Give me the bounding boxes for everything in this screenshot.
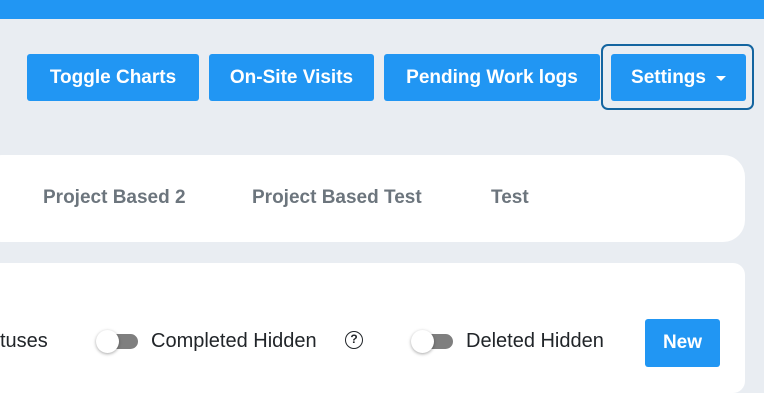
pending-worklogs-label: Pending Work logs bbox=[406, 66, 578, 88]
question-circle-icon[interactable]: ? bbox=[345, 331, 363, 349]
deleted-hidden-label: Deleted Hidden bbox=[466, 330, 604, 352]
pending-worklogs-button[interactable]: Pending Work logs bbox=[384, 54, 600, 101]
settings-dropdown-button[interactable]: Settings bbox=[611, 54, 746, 101]
new-button-label: New bbox=[662, 332, 703, 353]
deleted-hidden-toggle[interactable] bbox=[411, 330, 455, 353]
tab-test[interactable]: Test bbox=[491, 187, 529, 209]
top-header-bar bbox=[0, 0, 764, 19]
toggle-knob bbox=[96, 330, 119, 353]
completed-hidden-label: Completed Hidden bbox=[151, 330, 317, 352]
new-button[interactable]: New bbox=[645, 319, 720, 367]
caret-down-icon bbox=[715, 76, 726, 81]
statuses-toggle-label: tuses bbox=[0, 330, 48, 352]
completed-hidden-toggle[interactable] bbox=[96, 330, 140, 353]
tab-project-based-2[interactable]: Project Based 2 bbox=[43, 187, 186, 209]
toggle-charts-label: Toggle Charts bbox=[49, 66, 177, 88]
onsite-visits-button[interactable]: On-Site Visits bbox=[209, 54, 374, 101]
tab-project-based-test[interactable]: Project Based Test bbox=[252, 187, 422, 209]
onsite-visits-label: On-Site Visits bbox=[229, 66, 354, 88]
toggle-knob bbox=[411, 330, 434, 353]
toggle-charts-button[interactable]: Toggle Charts bbox=[27, 54, 199, 101]
settings-label: Settings bbox=[631, 66, 706, 88]
filters-card bbox=[0, 263, 745, 393]
